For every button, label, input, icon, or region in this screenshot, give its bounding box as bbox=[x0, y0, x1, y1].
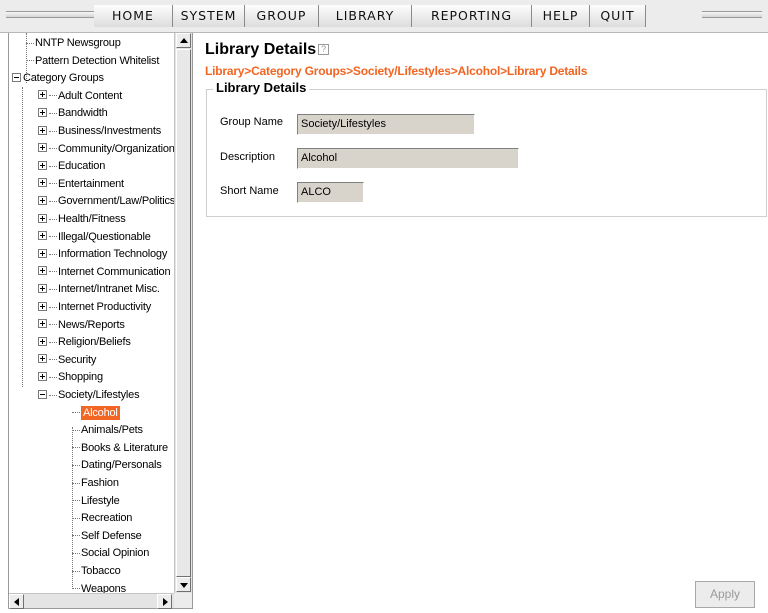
tree-child-item[interactable]: Lifestyle bbox=[72, 493, 120, 511]
tree-child-item[interactable]: Dating/Personals bbox=[72, 457, 162, 475]
tree-vertical-scrollbar[interactable] bbox=[174, 33, 192, 593]
expand-icon[interactable] bbox=[38, 354, 47, 364]
scrollbar-corner bbox=[174, 593, 192, 608]
menu-system[interactable]: SYSTEM bbox=[172, 5, 244, 27]
arrow-left-icon bbox=[14, 598, 19, 606]
tree-group-item[interactable]: Illegal/Questionable bbox=[38, 229, 151, 247]
tree-group-item[interactable]: Internet Productivity bbox=[38, 299, 151, 317]
expand-icon[interactable] bbox=[38, 319, 47, 329]
tree-child-item[interactable]: Fashion bbox=[72, 475, 119, 493]
arrow-right-icon bbox=[163, 598, 168, 606]
page-title: Library Details? bbox=[205, 41, 330, 59]
expand-icon[interactable] bbox=[38, 125, 47, 135]
menu-quit[interactable]: QUIT bbox=[589, 5, 646, 27]
scroll-left-button[interactable] bbox=[9, 594, 24, 609]
expand-icon[interactable] bbox=[38, 90, 47, 100]
section-title: Library Details bbox=[213, 80, 310, 95]
tree-line-groups bbox=[22, 87, 23, 387]
expand-icon[interactable] bbox=[38, 266, 47, 276]
top-menu-bar: HOME SYSTEM GROUP LIBRARY REPORTING HELP… bbox=[0, 0, 768, 33]
expand-icon[interactable] bbox=[38, 107, 47, 117]
expand-icon[interactable] bbox=[38, 213, 47, 223]
collapse-icon[interactable] bbox=[38, 389, 47, 399]
menu-home[interactable]: HOME bbox=[94, 5, 172, 27]
expand-icon[interactable] bbox=[38, 371, 47, 381]
menu-reporting[interactable]: REPORTING bbox=[411, 5, 531, 27]
tree-group-item[interactable]: Entertainment bbox=[38, 176, 124, 194]
scroll-up-button[interactable] bbox=[176, 33, 191, 48]
menu-rail-left bbox=[6, 11, 94, 18]
tree-child-item[interactable]: Tobacco bbox=[72, 563, 121, 581]
category-tree: NNTP Newsgroup Pattern Detection Whiteli… bbox=[9, 33, 174, 593]
tree-group-item[interactable]: Education bbox=[38, 158, 105, 176]
tree-group-item[interactable]: Security bbox=[38, 352, 96, 370]
tree-group-item[interactable]: Internet Communication bbox=[38, 264, 171, 282]
expand-icon[interactable] bbox=[38, 195, 47, 205]
tree-group-item[interactable]: Religion/Beliefs bbox=[38, 334, 131, 352]
group-name-label: Group Name bbox=[220, 116, 283, 128]
collapse-icon[interactable] bbox=[12, 72, 21, 82]
tree-group-item[interactable]: Health/Fitness bbox=[38, 211, 126, 229]
tree-child-item-alcohol[interactable]: Alcohol bbox=[72, 405, 120, 423]
menu-rail-right bbox=[702, 11, 762, 18]
menu-library[interactable]: LIBRARY bbox=[318, 5, 411, 27]
expand-icon[interactable] bbox=[38, 178, 47, 188]
tree-group-item[interactable]: Business/Investments bbox=[38, 123, 161, 141]
expand-icon[interactable] bbox=[38, 336, 47, 346]
main-menu: HOME SYSTEM GROUP LIBRARY REPORTING HELP… bbox=[94, 5, 646, 27]
expand-icon[interactable] bbox=[38, 231, 47, 241]
tree-child-item[interactable]: Social Opinion bbox=[72, 545, 149, 563]
arrow-up-icon bbox=[180, 38, 188, 43]
tree-child-item[interactable]: Animals/Pets bbox=[72, 422, 143, 440]
tree-group-item[interactable]: Adult Content bbox=[38, 88, 122, 106]
short-name-label: Short Name bbox=[220, 185, 279, 197]
apply-button[interactable]: Apply bbox=[695, 581, 755, 608]
arrow-down-icon bbox=[180, 583, 188, 588]
short-name-field: ALCO bbox=[297, 182, 364, 203]
tree-group-item[interactable]: Shopping bbox=[38, 369, 103, 387]
scroll-thumb[interactable] bbox=[176, 49, 191, 577]
breadcrumb: Library>Category Groups>Society/Lifestyl… bbox=[205, 64, 588, 78]
tree-group-item[interactable]: Government/Law/Politics bbox=[38, 193, 174, 211]
expand-icon[interactable] bbox=[38, 143, 47, 153]
tree-child-item[interactable]: Recreation bbox=[72, 510, 132, 528]
tree-horizontal-scrollbar[interactable] bbox=[9, 593, 174, 609]
tree-group-item[interactable]: Internet/Intranet Misc. bbox=[38, 281, 160, 299]
expand-icon[interactable] bbox=[38, 283, 47, 293]
expand-icon[interactable] bbox=[38, 248, 47, 258]
description-label: Description bbox=[220, 151, 276, 163]
group-name-field: Society/Lifestyles bbox=[297, 114, 475, 135]
description-field: Alcohol bbox=[297, 148, 519, 169]
menu-help[interactable]: HELP bbox=[531, 5, 589, 27]
tree-item-category-groups[interactable]: Category Groups bbox=[12, 70, 104, 88]
tree-group-item[interactable]: Information Technology bbox=[38, 246, 167, 264]
tree-child-item[interactable]: Weapons bbox=[72, 581, 126, 593]
menu-group[interactable]: GROUP bbox=[244, 5, 318, 27]
expand-icon[interactable] bbox=[38, 301, 47, 311]
expand-icon[interactable] bbox=[38, 160, 47, 170]
scroll-right-button[interactable] bbox=[157, 594, 172, 609]
tree-child-item[interactable]: Self Defense bbox=[72, 528, 142, 546]
category-tree-panel: NNTP Newsgroup Pattern Detection Whiteli… bbox=[8, 33, 193, 609]
scroll-down-button[interactable] bbox=[176, 577, 191, 592]
help-icon[interactable]: ? bbox=[318, 44, 330, 56]
tree-group-item[interactable]: Bandwidth bbox=[38, 105, 108, 123]
tree-item[interactable]: Pattern Detection Whitelist bbox=[26, 53, 159, 71]
tree-group-item[interactable]: News/Reports bbox=[38, 317, 125, 335]
tree-item[interactable]: NNTP Newsgroup bbox=[26, 35, 121, 53]
tree-child-item[interactable]: Books & Literature bbox=[72, 440, 168, 458]
tree-group-item-society-lifestyles[interactable]: Society/Lifestyles bbox=[38, 387, 140, 405]
page-title-text: Library Details bbox=[205, 41, 317, 58]
tree-group-item[interactable]: Community/Organizations bbox=[38, 141, 174, 159]
